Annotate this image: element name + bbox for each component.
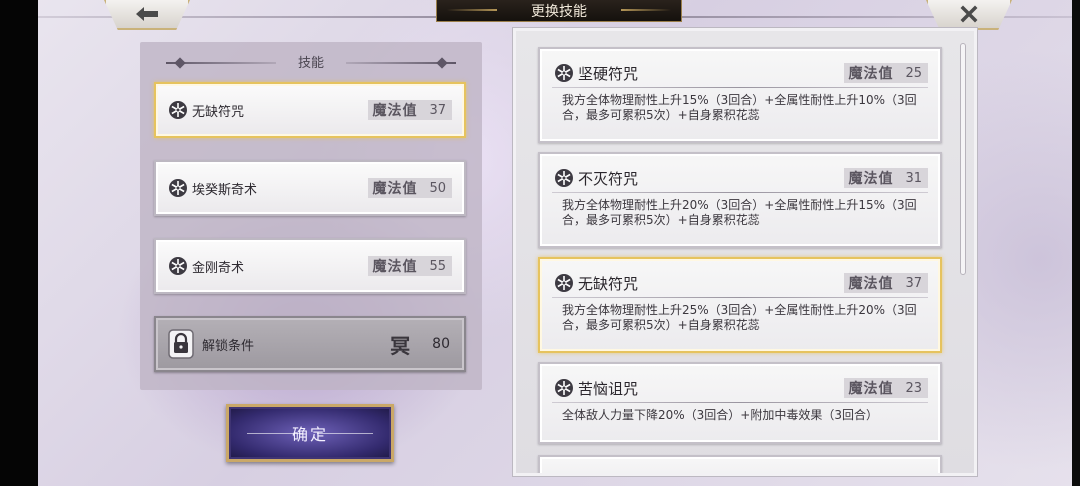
mana-value: 50 (429, 180, 446, 196)
card-header: 坚硬符咒 魔法值 25 (554, 61, 928, 85)
mana-cost-tag: 魔法值 23 (844, 378, 928, 398)
screen-edge-right (1072, 0, 1080, 486)
card-divider (552, 87, 928, 88)
card-divider (552, 297, 928, 298)
title-plate: 更换技能 (436, 0, 682, 22)
unlock-condition-value: 80 (432, 336, 450, 352)
mana-cost-tag: 魔法值 50 (368, 178, 452, 198)
mana-value: 23 (905, 380, 922, 396)
card-description: 我方全体物理耐性上升25%（3回合）+全属性耐性上升20%（3回合，最多可累积5… (562, 303, 917, 332)
skill-card-3[interactable]: 无缺符咒 魔法值 37 我方全体物理耐性上升25%（3回合）+全属性耐性上升20… (538, 257, 942, 353)
card-header: 不灭符咒 魔法值 31 (554, 166, 928, 190)
card-header: 苦恼诅咒 魔法值 23 (554, 376, 928, 400)
title-ornament-left (447, 9, 497, 11)
card-skill-name: 无缺符咒 (578, 274, 639, 293)
mana-value: 55 (429, 258, 446, 274)
mana-cost-tag: 魔法值 37 (844, 273, 928, 293)
card-description: 我方全体物理耐性上升20%（3回合）+全属性耐性上升15%（3回合，最多可累积5… (562, 198, 917, 227)
unlock-condition-label: 解锁条件 (202, 338, 255, 354)
skill-snowflake-icon (555, 379, 573, 397)
mana-value: 31 (905, 170, 922, 186)
skill-card-1[interactable]: 坚硬符咒 魔法值 25 我方全体物理耐性上升15%（3回合）+全属性耐性上升10… (538, 47, 942, 143)
mana-label: 魔法值 (848, 381, 894, 397)
unlock-condition-glyph: 冥 (390, 333, 411, 358)
slot-skill-name: 埃癸斯奇术 (192, 182, 258, 198)
card-divider (552, 192, 928, 193)
screen-edge-left (0, 0, 38, 486)
padlock-icon (168, 329, 194, 359)
title-ornament-right (621, 9, 671, 11)
header-ornament-right (346, 62, 456, 64)
mana-cost-tag: 魔法值 37 (368, 100, 452, 120)
skill-list-panel[interactable]: 坚硬符咒 魔法值 25 我方全体物理耐性上升15%（3回合）+全属性耐性上升10… (513, 28, 977, 476)
mana-value: 25 (905, 65, 922, 81)
card-description: 我方全体物理耐性上升15%（3回合）+全属性耐性上升10%（3回合，最多可累积5… (562, 93, 917, 122)
card-skill-name: 不灭符咒 (578, 169, 639, 188)
equipped-slot-1[interactable]: 无缺符咒 魔法值 37 (154, 82, 466, 138)
card-header: 无缺符咒 魔法值 37 (554, 271, 928, 295)
skill-card-4[interactable]: 苦恼诅咒 魔法值 23 全体敌人力量下降20%（3回合）+附加中毒效果（3回合） (538, 362, 942, 444)
mana-value: 37 (905, 275, 922, 291)
equipped-slot-2[interactable]: 埃癸斯奇术 魔法值 50 (154, 160, 466, 216)
skill-card-5-partial[interactable] (538, 455, 942, 473)
mana-value: 37 (429, 102, 446, 118)
back-button[interactable] (104, 0, 190, 30)
mana-label: 魔法值 (372, 259, 418, 275)
locked-slot[interactable]: 解锁条件 冥 80 (154, 316, 466, 372)
mana-label: 魔法值 (372, 181, 418, 197)
skill-snowflake-icon (555, 169, 573, 187)
mana-label: 魔法值 (372, 103, 418, 119)
skill-snowflake-icon (169, 257, 187, 275)
card-divider (552, 402, 928, 403)
skill-card-2[interactable]: 不灭符咒 魔法值 31 我方全体物理耐性上升20%（3回合）+全属性耐性上升15… (538, 152, 942, 248)
skill-list-scrollbar[interactable] (960, 43, 966, 275)
skill-snowflake-icon (169, 179, 187, 197)
close-button[interactable] (926, 0, 1012, 30)
back-arrow-icon (136, 7, 158, 21)
mana-label: 魔法值 (848, 66, 894, 82)
card-description: 全体敌人力量下降20%（3回合）+附加中毒效果（3回合） (562, 408, 878, 422)
mana-cost-tag: 魔法值 55 (368, 256, 452, 276)
close-icon (960, 5, 978, 23)
skill-snowflake-icon (169, 101, 187, 119)
mana-cost-tag: 魔法值 31 (844, 168, 928, 188)
card-skill-name: 苦恼诅咒 (578, 379, 639, 398)
page-title: 更换技能 (531, 3, 587, 20)
confirm-button[interactable]: 确定 (226, 404, 394, 462)
skill-snowflake-icon (555, 274, 573, 292)
equipped-slot-3[interactable]: 金刚奇术 魔法值 55 (154, 238, 466, 294)
button-shine-left (247, 433, 303, 434)
slot-skill-name: 无缺符咒 (192, 104, 245, 120)
slot-skill-name: 金刚奇术 (192, 260, 245, 276)
mana-label: 魔法值 (848, 171, 894, 187)
mana-label: 魔法值 (848, 276, 894, 292)
card-skill-name: 坚硬符咒 (578, 64, 639, 83)
skill-snowflake-icon (555, 64, 573, 82)
mana-cost-tag: 魔法值 25 (844, 63, 928, 83)
button-shine-right (317, 433, 373, 434)
